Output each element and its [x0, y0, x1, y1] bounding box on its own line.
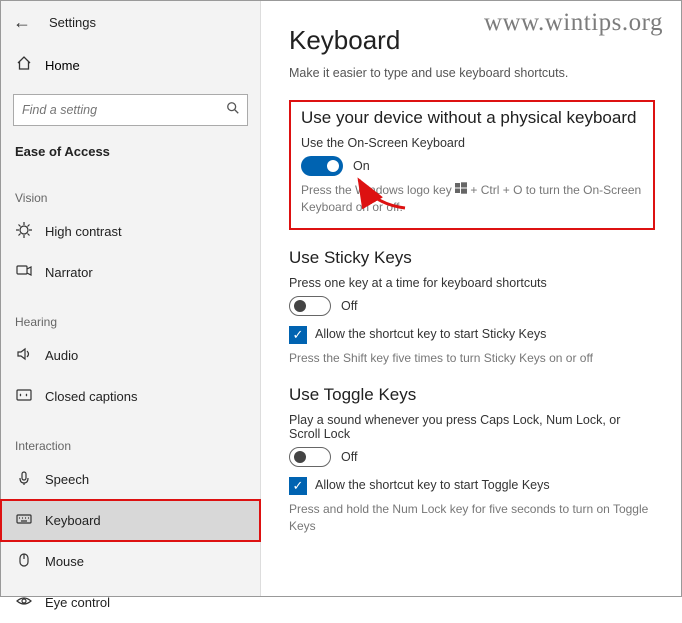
section-heading: Use your device without a physical keybo…: [301, 108, 643, 128]
narrator-icon: [15, 263, 33, 282]
sidebar-item-audio[interactable]: Audio: [1, 335, 260, 376]
group-label-vision: Vision: [1, 181, 260, 211]
sidebar-item-label: Closed captions: [45, 389, 138, 404]
sidebar-item-narrator[interactable]: Narrator: [1, 252, 260, 293]
hint-text: Press the Shift key five times to turn S…: [289, 350, 655, 367]
keyboard-icon: [15, 511, 33, 530]
sidebar-item-keyboard[interactable]: Keyboard: [1, 500, 260, 541]
sidebar-item-label: Mouse: [45, 554, 84, 569]
speech-icon: [15, 470, 33, 489]
cc-icon: [15, 387, 33, 406]
toggle-keys-shortcut-checkbox[interactable]: ✓: [289, 477, 307, 495]
page-title: Keyboard: [289, 25, 655, 56]
sidebar-item-label: High contrast: [45, 224, 122, 239]
sidebar-item-label: Speech: [45, 472, 89, 487]
toggle-state-label: Off: [341, 299, 357, 313]
group-label-interaction: Interaction: [1, 429, 260, 459]
page-subtitle: Make it easier to type and use keyboard …: [289, 66, 655, 80]
sidebar-item-home[interactable]: Home: [1, 45, 260, 86]
sidebar-item-speech[interactable]: Speech: [1, 459, 260, 500]
toggle-state-label: On: [353, 159, 370, 173]
sidebar-item-mouse[interactable]: Mouse: [1, 541, 260, 582]
onscreen-keyboard-toggle[interactable]: [301, 156, 343, 176]
back-icon[interactable]: ←: [13, 13, 31, 31]
mouse-icon: [15, 552, 33, 571]
checkbox-label: Allow the shortcut key to start Toggle K…: [315, 477, 550, 492]
hint-text: Press and hold the Num Lock key for five…: [289, 501, 655, 535]
toggle-state-label: Off: [341, 450, 357, 464]
sidebar-item-label: Eye control: [45, 595, 110, 610]
sidebar-section-title: Ease of Access: [1, 134, 260, 169]
section-heading: Use Toggle Keys: [289, 385, 655, 405]
toggle-caption: Press one key at a time for keyboard sho…: [289, 276, 655, 290]
main-content: Keyboard Make it easier to type and use …: [261, 1, 681, 596]
window-title: Settings: [49, 15, 96, 30]
sidebar-item-eye-control[interactable]: Eye control: [1, 582, 260, 623]
hint-text: Press the Windows logo key + Ctrl + O to…: [301, 182, 643, 216]
section-sticky-keys: Use Sticky Keys Press one key at a time …: [289, 248, 655, 367]
windows-logo-icon: [455, 182, 467, 199]
sidebar-item-label: Narrator: [45, 265, 93, 280]
checkbox-label: Allow the shortcut key to start Sticky K…: [315, 326, 546, 341]
sticky-keys-shortcut-checkbox[interactable]: ✓: [289, 326, 307, 344]
sidebar: ← Settings Home Ease of Access Vision Hi…: [1, 1, 261, 596]
audio-icon: [15, 346, 33, 365]
contrast-icon: [15, 222, 33, 241]
home-label: Home: [45, 58, 80, 73]
eye-icon: [15, 593, 33, 612]
sticky-keys-toggle[interactable]: [289, 296, 331, 316]
search-icon[interactable]: [219, 101, 247, 120]
section-heading: Use Sticky Keys: [289, 248, 655, 268]
search-input[interactable]: [14, 95, 219, 125]
sidebar-item-label: Keyboard: [45, 513, 101, 528]
toggle-caption: Use the On-Screen Keyboard: [301, 136, 643, 150]
section-toggle-keys: Use Toggle Keys Play a sound whenever yo…: [289, 385, 655, 535]
toggle-keys-toggle[interactable]: [289, 447, 331, 467]
sidebar-item-label: Audio: [45, 348, 78, 363]
sidebar-item-closed-captions[interactable]: Closed captions: [1, 376, 260, 417]
sidebar-item-high-contrast[interactable]: High contrast: [1, 211, 260, 252]
section-onscreen-keyboard: Use your device without a physical keybo…: [289, 100, 655, 230]
toggle-caption: Play a sound whenever you press Caps Loc…: [289, 413, 655, 441]
search-box[interactable]: [13, 94, 248, 126]
home-icon: [15, 55, 33, 76]
group-label-hearing: Hearing: [1, 305, 260, 335]
